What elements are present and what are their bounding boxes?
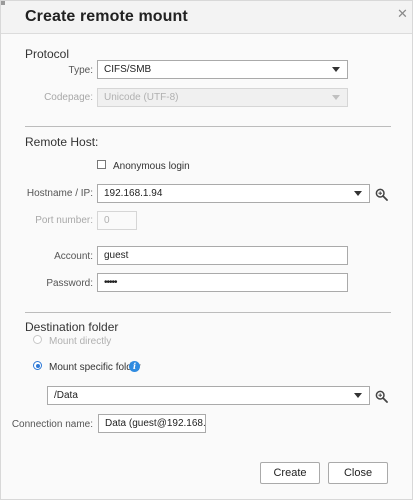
zoom-search-icon[interactable] <box>375 390 388 403</box>
protocol-type-value: CIFS/SMB <box>104 64 152 75</box>
anonymous-login-label: Anonymous login <box>113 161 190 172</box>
hostname-value: 192.168.1.94 <box>104 188 163 199</box>
close-icon[interactable]: ✕ <box>397 7 408 20</box>
connection-name-label: Connection name: <box>11 419 93 430</box>
mount-specific-folder-radio[interactable] <box>33 361 42 370</box>
hostname-select[interactable]: 192.168.1.94 <box>97 184 370 203</box>
connection-name-input[interactable]: Data (guest@192.168.1.94 <box>98 414 206 433</box>
close-button[interactable]: Close <box>328 462 388 484</box>
mount-directly-label: Mount directly <box>49 336 112 347</box>
zoom-search-icon[interactable] <box>375 188 388 201</box>
account-input[interactable]: guest <box>97 246 348 265</box>
dialog-header: Create remote mount ✕ <box>1 1 412 34</box>
remote-host-section-title: Remote Host: <box>25 135 99 149</box>
destination-section-title: Destination folder <box>25 320 119 334</box>
create-button[interactable]: Create <box>260 462 320 484</box>
account-label: Account: <box>54 251 93 262</box>
hostname-label: Hostname / IP: <box>26 188 93 199</box>
password-input[interactable]: ••••• <box>97 273 348 292</box>
type-label: Type: <box>68 65 93 76</box>
divider <box>25 126 391 127</box>
port-number-input: 0 <box>97 211 137 230</box>
divider <box>25 312 391 313</box>
codepage-select: Unicode (UTF-8) <box>97 88 348 107</box>
mount-directly-radio <box>33 335 42 344</box>
mount-specific-folder-label: Mount specific folder <box>49 362 141 373</box>
password-label: Password: <box>46 278 93 289</box>
codepage-label: Codepage: <box>44 92 93 103</box>
info-circle-icon[interactable]: i <box>129 361 140 372</box>
caret-down-icon <box>354 393 362 398</box>
create-remote-mount-dialog: Create remote mount ✕ Protocol Type: CIF… <box>0 0 413 500</box>
caret-down-icon <box>354 191 362 196</box>
caret-down-icon <box>332 67 340 72</box>
dialog-title: Create remote mount <box>25 8 188 25</box>
destination-folder-select[interactable]: /Data <box>47 386 370 405</box>
codepage-value: Unicode (UTF-8) <box>104 92 179 103</box>
window-corner-mark <box>1 1 5 5</box>
anonymous-login-checkbox[interactable] <box>97 160 106 169</box>
protocol-section-title: Protocol <box>25 47 70 61</box>
port-number-label: Port number: <box>35 215 93 226</box>
caret-down-icon <box>332 95 340 100</box>
protocol-type-select[interactable]: CIFS/SMB <box>97 60 348 79</box>
destination-folder-value: /Data <box>54 390 78 401</box>
